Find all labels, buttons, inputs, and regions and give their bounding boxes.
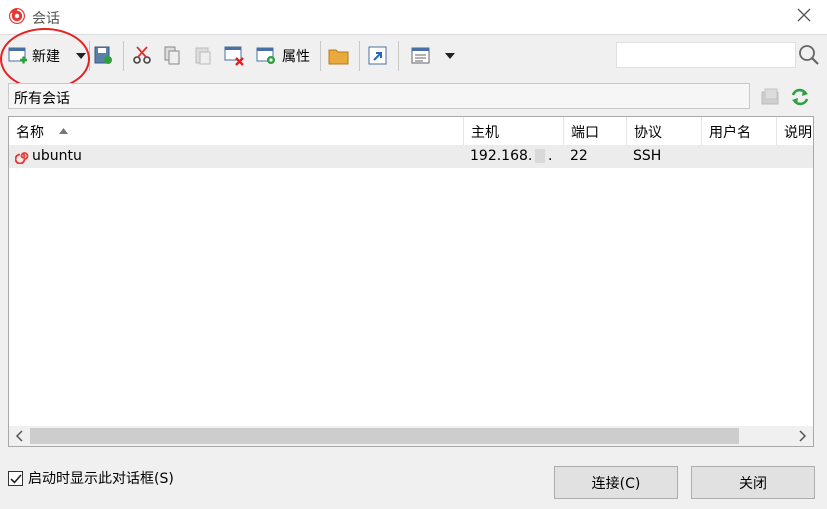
properties-button[interactable]: 属性 [256,43,310,69]
checkbox[interactable] [8,470,23,486]
toolbar-separator [359,41,360,71]
search-icon[interactable] [797,43,821,67]
toolbar-separator [320,41,321,71]
horizontal-scrollbar[interactable] [9,426,813,446]
table-row[interactable]: ubuntu 192.168. . 22 SSH [9,145,813,168]
session-spiral-icon [15,152,29,164]
toolbar-separator [123,41,124,71]
column-header-port[interactable]: 端口 [564,117,627,145]
session-folder-path: 所有会话 [8,83,750,109]
cut-icon[interactable] [132,45,152,65]
column-header-description[interactable]: 说明 [777,117,817,145]
toolbar-separator [398,41,399,71]
session-host: 192.168. [470,148,533,164]
session-port: 22 [570,148,588,164]
refresh-icon[interactable] [789,86,811,108]
column-header-host[interactable]: 主机 [464,117,564,145]
properties-gear-icon [256,47,275,64]
session-host-suffix: . [548,148,553,164]
title-bar: 会话 [0,0,827,34]
new-window-icon [8,47,27,64]
sort-ascending-icon [59,128,68,134]
new-dropdown-arrow-icon[interactable] [76,53,86,59]
redacted-block [535,149,545,163]
copy-icon[interactable] [162,45,182,65]
open-folder-icon[interactable] [328,46,350,66]
delete-session-icon[interactable] [224,45,246,67]
session-name: ubuntu [32,148,82,164]
view-dropdown-arrow-icon[interactable] [445,53,455,59]
folder-up-icon[interactable] [760,86,782,108]
toolbar-separator [89,41,90,71]
close-button[interactable]: 关闭 [691,466,815,499]
save-session-icon[interactable] [93,45,113,65]
checkmark-icon [10,473,22,484]
view-options-icon[interactable] [410,45,432,67]
connect-button[interactable]: 连接(C) [554,466,678,499]
window-title: 会话 [32,11,60,27]
shortcut-link-icon[interactable] [367,45,389,67]
show-on-startup-checkbox[interactable]: 启动时显示此对话框(S) [8,468,174,488]
scroll-right-icon[interactable] [799,430,807,442]
scrollbar-thumb[interactable] [30,428,739,444]
column-header-name[interactable]: 名称 [9,117,464,145]
column-header-protocol[interactable]: 协议 [627,117,702,145]
close-window-icon[interactable] [795,6,813,24]
column-header-username[interactable]: 用户名 [702,117,777,145]
scroll-left-icon[interactable] [15,430,23,442]
paste-icon[interactable] [193,45,213,65]
new-session-button[interactable]: 新建 [8,43,60,69]
app-logo-icon [9,8,25,24]
search-input[interactable] [616,42,796,68]
session-protocol: SSH [633,148,662,164]
session-list: 名称 主机 端口 协议 用户名 说明 ubuntu 192.168. . 22 … [8,116,814,447]
